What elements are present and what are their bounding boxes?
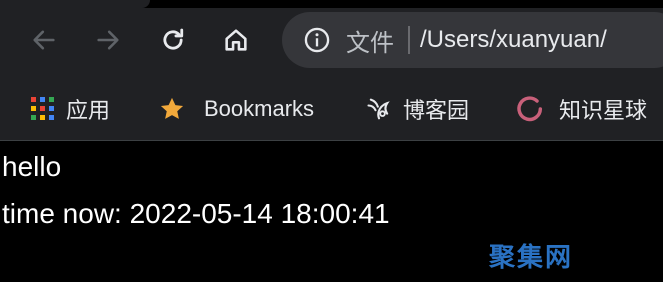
watermark: 聚集网	[488, 243, 573, 273]
bookmark-cnblogs[interactable]: 博客园	[365, 78, 469, 140]
url-text[interactable]: /Users/xuanyuan/	[420, 26, 607, 54]
browser-toolbar: 文件 /Users/xuanyuan/	[0, 0, 663, 78]
info-icon	[304, 27, 330, 53]
star-icon	[158, 95, 186, 123]
bookmark-label: 博客园	[403, 98, 470, 123]
cnblogs-icon	[365, 95, 393, 123]
site-info-button[interactable]	[302, 25, 332, 55]
active-tab[interactable]	[0, 0, 150, 8]
bookmark-apps[interactable]: 应用	[30, 78, 110, 140]
arrow-left-icon	[33, 30, 55, 50]
page-content: hello time now: 2022-05-14 18:00:41 聚集网	[0, 141, 663, 282]
reload-icon	[163, 28, 184, 50]
apps-grid-icon	[30, 96, 56, 122]
home-icon	[225, 29, 247, 51]
forward-button[interactable]	[90, 22, 126, 58]
bookmark-label: Bookmarks	[204, 96, 315, 121]
zsxq-icon	[513, 93, 545, 125]
address-bar[interactable]: 文件 /Users/xuanyuan/	[282, 12, 663, 68]
back-button[interactable]	[26, 22, 62, 58]
tab-strip	[0, 0, 663, 8]
bookmark-label: 应用	[66, 98, 111, 123]
time-text: time now: 2022-05-14 18:00:41	[2, 198, 390, 229]
address-separator	[408, 26, 410, 54]
bookmark-zsxq[interactable]: 知识星球	[513, 78, 647, 140]
bookmarks-bar: 应用 Bookmarks 博客园 知识星球	[0, 78, 663, 141]
reload-button[interactable]	[155, 22, 191, 58]
hello-text: hello	[2, 151, 62, 182]
home-button[interactable]	[218, 22, 254, 58]
bookmark-bookmarks[interactable]: Bookmarks	[158, 78, 314, 140]
bookmark-label: 知识星球	[559, 98, 648, 123]
security-label: 文件	[346, 29, 394, 57]
arrow-right-icon	[97, 30, 119, 50]
